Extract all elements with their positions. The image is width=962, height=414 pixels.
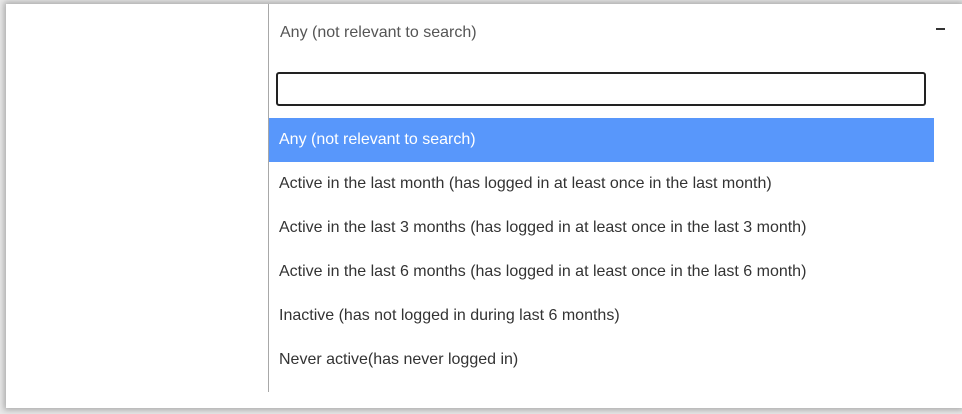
option-active-last-3-months[interactable]: Active in the last 3 months (has logged …: [269, 206, 934, 250]
dropdown-search-input[interactable]: [276, 72, 926, 106]
option-active-last-6-months[interactable]: Active in the last 6 months (has logged …: [269, 250, 934, 294]
option-active-last-month[interactable]: Active in the last month (has logged in …: [269, 162, 934, 206]
option-any[interactable]: Any (not relevant to search): [269, 118, 934, 162]
screenshot-frame: Any (not relevant to search) Any (not re…: [6, 4, 962, 408]
select-dropdown: Any (not relevant to search) Active in t…: [268, 62, 962, 392]
activity-select[interactable]: Any (not relevant to search): [268, 4, 962, 63]
option-never-active[interactable]: Never active(has never logged in): [269, 338, 934, 382]
option-inactive[interactable]: Inactive (has not logged in during last …: [269, 294, 934, 338]
options-list: Any (not relevant to search) Active in t…: [269, 118, 934, 382]
chevron-up-icon[interactable]: [936, 28, 945, 30]
select-current-value: Any (not relevant to search): [280, 24, 477, 41]
